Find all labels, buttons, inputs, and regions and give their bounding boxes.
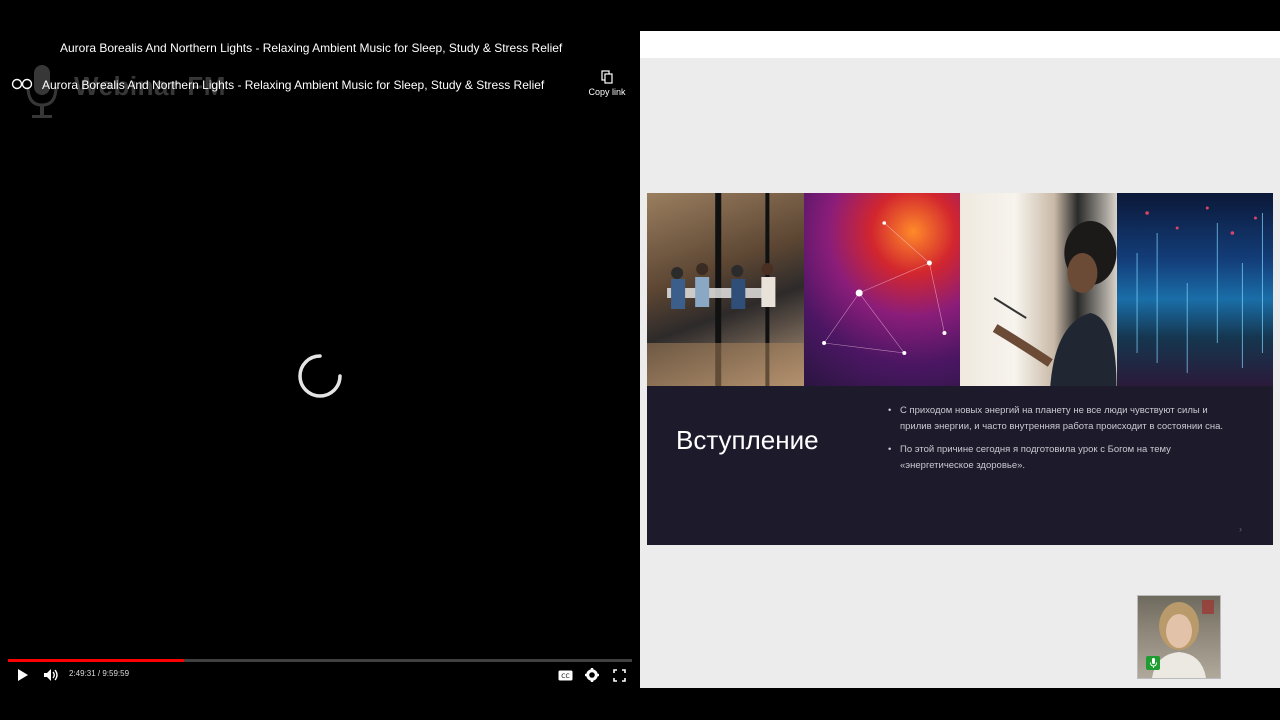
- captions-icon: CC: [558, 670, 572, 680]
- copy-icon: [601, 70, 613, 84]
- data-visualization-photo: [1116, 193, 1273, 386]
- webinar-fm-watermark: Webinar FM: [8, 63, 248, 123]
- captions-button[interactable]: CC: [556, 666, 574, 684]
- loading-spinner-icon: [298, 354, 342, 398]
- slide-bullet-list: С приходом новых энергий на планету не в…: [888, 403, 1233, 481]
- play-button[interactable]: [14, 666, 32, 684]
- progress-bar[interactable]: [8, 659, 632, 662]
- video-top-title: Aurora Borealis And Northern Lights - Re…: [60, 41, 563, 55]
- svg-text:CC: CC: [561, 673, 569, 680]
- network-abstract-photo: [803, 193, 960, 386]
- woman-writing-photo: [960, 193, 1117, 386]
- channel-icon[interactable]: [10, 76, 34, 92]
- presenter-webcam: [1137, 595, 1221, 679]
- meeting-room-photo: [647, 193, 804, 386]
- copy-link-label: Copy link: [588, 87, 626, 97]
- webinar-panel: Вступление С приходом новых энергий на п…: [640, 0, 1280, 720]
- presentation-top-bar: [640, 31, 1280, 58]
- fullscreen-button[interactable]: [610, 666, 628, 684]
- play-icon: [18, 669, 28, 681]
- microphone-active-icon: [1146, 656, 1160, 670]
- slide-bullet: С приходом новых энергий на планету не в…: [888, 403, 1233, 435]
- copy-link-button[interactable]: Copy link: [585, 70, 629, 97]
- slide-next-arrow[interactable]: ›: [1239, 524, 1242, 534]
- slide-photo-strip: [647, 193, 1273, 386]
- fullscreen-icon: [612, 668, 626, 682]
- slide-bullet: По этой причине сегодня я подготовила ур…: [888, 442, 1233, 474]
- settings-button[interactable]: [583, 666, 601, 684]
- settings-icon: [585, 668, 599, 682]
- video-title-link[interactable]: Aurora Borealis And Northern Lights - Re…: [42, 78, 544, 92]
- presentation-slide: Вступление С приходом новых энергий на п…: [647, 193, 1273, 545]
- volume-button[interactable]: [41, 666, 61, 684]
- slide-heading: Вступление: [676, 425, 819, 455]
- progress-played: [8, 659, 185, 662]
- screen: Aurora Borealis And Northern Lights - Re…: [0, 0, 1280, 720]
- microphone-logo-icon: [26, 65, 58, 118]
- volume-icon: [44, 669, 58, 681]
- time-display: 2:49:31 / 9:59:59: [69, 669, 130, 678]
- video-player[interactable]: Aurora Borealis And Northern Lights - Re…: [0, 0, 640, 720]
